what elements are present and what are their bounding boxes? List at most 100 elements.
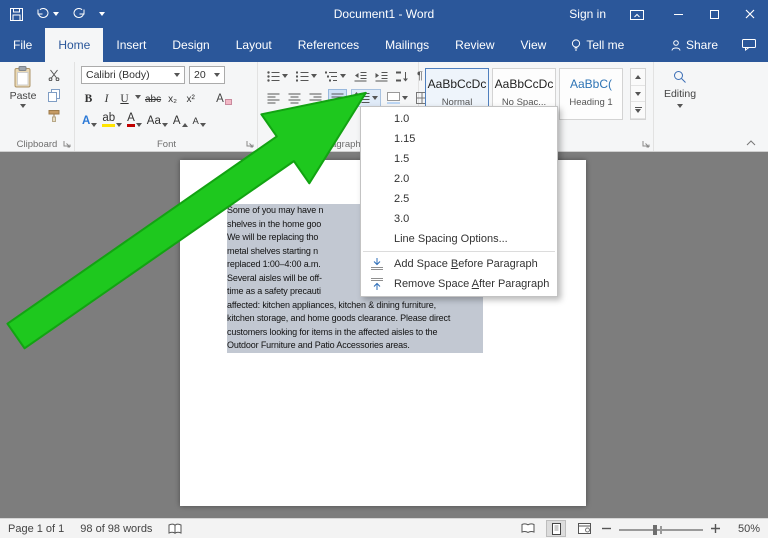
decrease-indent-icon — [354, 71, 367, 81]
cut-button[interactable] — [48, 69, 60, 81]
font-name-combo[interactable]: Calibri (Body) — [81, 66, 185, 84]
zoom-slider[interactable] — [619, 522, 703, 536]
font-color-caret-icon[interactable] — [135, 123, 142, 127]
menu-item-spacing-2-5[interactable]: 2.5 — [361, 189, 557, 209]
menu-item-spacing-1[interactable]: 1.0 — [361, 109, 557, 129]
tell-me-box[interactable]: Tell me — [559, 28, 636, 62]
paste-button[interactable]: Paste — [4, 66, 42, 134]
font-name-caret-icon[interactable] — [174, 73, 180, 77]
sign-in-link[interactable]: Sign in — [569, 7, 606, 21]
numbering-button[interactable] — [294, 67, 319, 85]
styles-scroll-up-button[interactable] — [631, 69, 645, 86]
multilevel-list-button[interactable] — [323, 67, 348, 85]
text-line[interactable]: affected: kitchen appliances, kitchen & … — [227, 299, 483, 313]
zoom-level[interactable]: 50% — [728, 523, 760, 535]
line-spacing-caret-icon[interactable] — [372, 96, 378, 100]
format-painter-button[interactable] — [48, 110, 60, 122]
strikethrough-button[interactable]: abc — [144, 88, 162, 105]
underline-caret-icon[interactable] — [135, 94, 141, 99]
increase-indent-button[interactable] — [373, 67, 390, 85]
line-spacing-button[interactable] — [351, 89, 381, 107]
shrink-font-button[interactable]: A — [192, 110, 207, 127]
sort-button[interactable] — [394, 67, 411, 85]
bold-button[interactable]: B — [81, 88, 96, 105]
font-size-combo[interactable]: 20 — [189, 66, 225, 84]
highlight-button[interactable]: ab — [101, 110, 123, 127]
align-right-button[interactable] — [307, 89, 324, 107]
font-size-caret-icon[interactable] — [214, 73, 220, 77]
word-count[interactable]: 98 of 98 words — [72, 523, 160, 535]
zoom-slider-thumb[interactable] — [653, 524, 657, 535]
menu-item-add-space-before[interactable]: Add Space Before Paragraph — [361, 254, 557, 274]
highlight-caret-icon[interactable] — [116, 123, 123, 127]
change-case-caret-icon[interactable] — [161, 123, 168, 127]
undo-caret-icon[interactable] — [53, 12, 59, 16]
tab-mailings[interactable]: Mailings — [372, 28, 442, 62]
menu-item-remove-space-after[interactable]: Remove Space After Paragraph — [361, 274, 557, 294]
style-card-heading1[interactable]: AaBbC( Heading 1 — [559, 68, 623, 120]
page-indicator[interactable]: Page 1 of 1 — [0, 523, 72, 535]
collapse-ribbon-button[interactable] — [746, 140, 756, 146]
font-color-button[interactable]: A — [126, 110, 143, 127]
tab-review[interactable]: Review — [442, 28, 507, 62]
text-effects-caret-icon[interactable] — [91, 123, 98, 127]
menu-item-spacing-1-5[interactable]: 1.5 — [361, 149, 557, 169]
minimize-button[interactable] — [660, 0, 696, 28]
text-effects-button[interactable]: A — [81, 110, 98, 127]
text-line[interactable]: Outdoor Furniture and Patio Accessories … — [227, 339, 483, 353]
shading-caret-icon[interactable] — [402, 96, 408, 100]
zoom-out-button[interactable] — [602, 524, 611, 533]
styles-dialog-launcher[interactable] — [642, 140, 650, 148]
text-line[interactable]: customers looking for items in the affec… — [227, 326, 483, 340]
styles-scroll-down-button[interactable] — [631, 86, 645, 103]
decrease-indent-button[interactable] — [352, 67, 369, 85]
tab-insert[interactable]: Insert — [103, 28, 159, 62]
font-dialog-launcher[interactable] — [246, 140, 254, 148]
print-layout-button[interactable] — [546, 520, 566, 537]
zoom-in-button[interactable] — [711, 524, 720, 533]
undo-button[interactable] — [36, 8, 59, 20]
menu-item-spacing-3[interactable]: 3.0 — [361, 209, 557, 229]
menu-item-line-spacing-options[interactable]: Line Spacing Options... — [361, 229, 557, 249]
editing-button[interactable]: Editing — [655, 70, 705, 108]
read-mode-button[interactable] — [518, 520, 538, 537]
comments-button[interactable] — [730, 28, 768, 62]
bullets-caret-icon[interactable] — [282, 74, 288, 78]
change-case-button[interactable]: Aa — [146, 110, 169, 127]
save-button[interactable] — [10, 7, 23, 21]
menu-item-spacing-1-15[interactable]: 1.15 — [361, 129, 557, 149]
tab-view[interactable]: View — [508, 28, 560, 62]
tab-references[interactable]: References — [285, 28, 372, 62]
align-left-button[interactable] — [265, 89, 282, 107]
tab-layout[interactable]: Layout — [223, 28, 285, 62]
maximize-button[interactable] — [696, 0, 732, 28]
proofing-status-button[interactable] — [160, 523, 190, 535]
grow-font-button[interactable]: A — [172, 110, 189, 127]
subscript-button[interactable]: x₂ — [165, 88, 180, 105]
clipboard-dialog-launcher[interactable] — [63, 140, 71, 148]
tab-file[interactable]: File — [0, 28, 45, 62]
ribbon-display-options-icon[interactable] — [630, 8, 644, 21]
underline-button[interactable]: U — [117, 88, 132, 105]
styles-more-button[interactable] — [631, 102, 645, 120]
close-button[interactable] — [732, 0, 768, 28]
clear-formatting-button[interactable]: A — [215, 88, 233, 105]
numbering-caret-icon[interactable] — [311, 74, 317, 78]
paste-caret-icon[interactable] — [20, 104, 26, 108]
bullets-button[interactable] — [265, 67, 290, 85]
align-center-button[interactable] — [286, 89, 303, 107]
shading-button[interactable] — [385, 89, 410, 107]
tab-home[interactable]: Home — [45, 28, 104, 62]
superscript-button[interactable]: x² — [183, 88, 198, 105]
justify-button[interactable] — [328, 89, 347, 107]
copy-button[interactable] — [48, 89, 60, 102]
multilevel-caret-icon[interactable] — [340, 74, 346, 78]
web-layout-button[interactable] — [574, 520, 594, 537]
customize-qat-button[interactable] — [99, 12, 105, 16]
menu-item-spacing-2[interactable]: 2.0 — [361, 169, 557, 189]
italic-button[interactable]: I — [99, 88, 114, 105]
tab-design[interactable]: Design — [159, 28, 222, 62]
redo-button[interactable] — [72, 8, 86, 20]
share-button[interactable]: Share — [659, 28, 730, 62]
text-line[interactable]: kitchen storage, and home goods clearanc… — [227, 312, 483, 326]
